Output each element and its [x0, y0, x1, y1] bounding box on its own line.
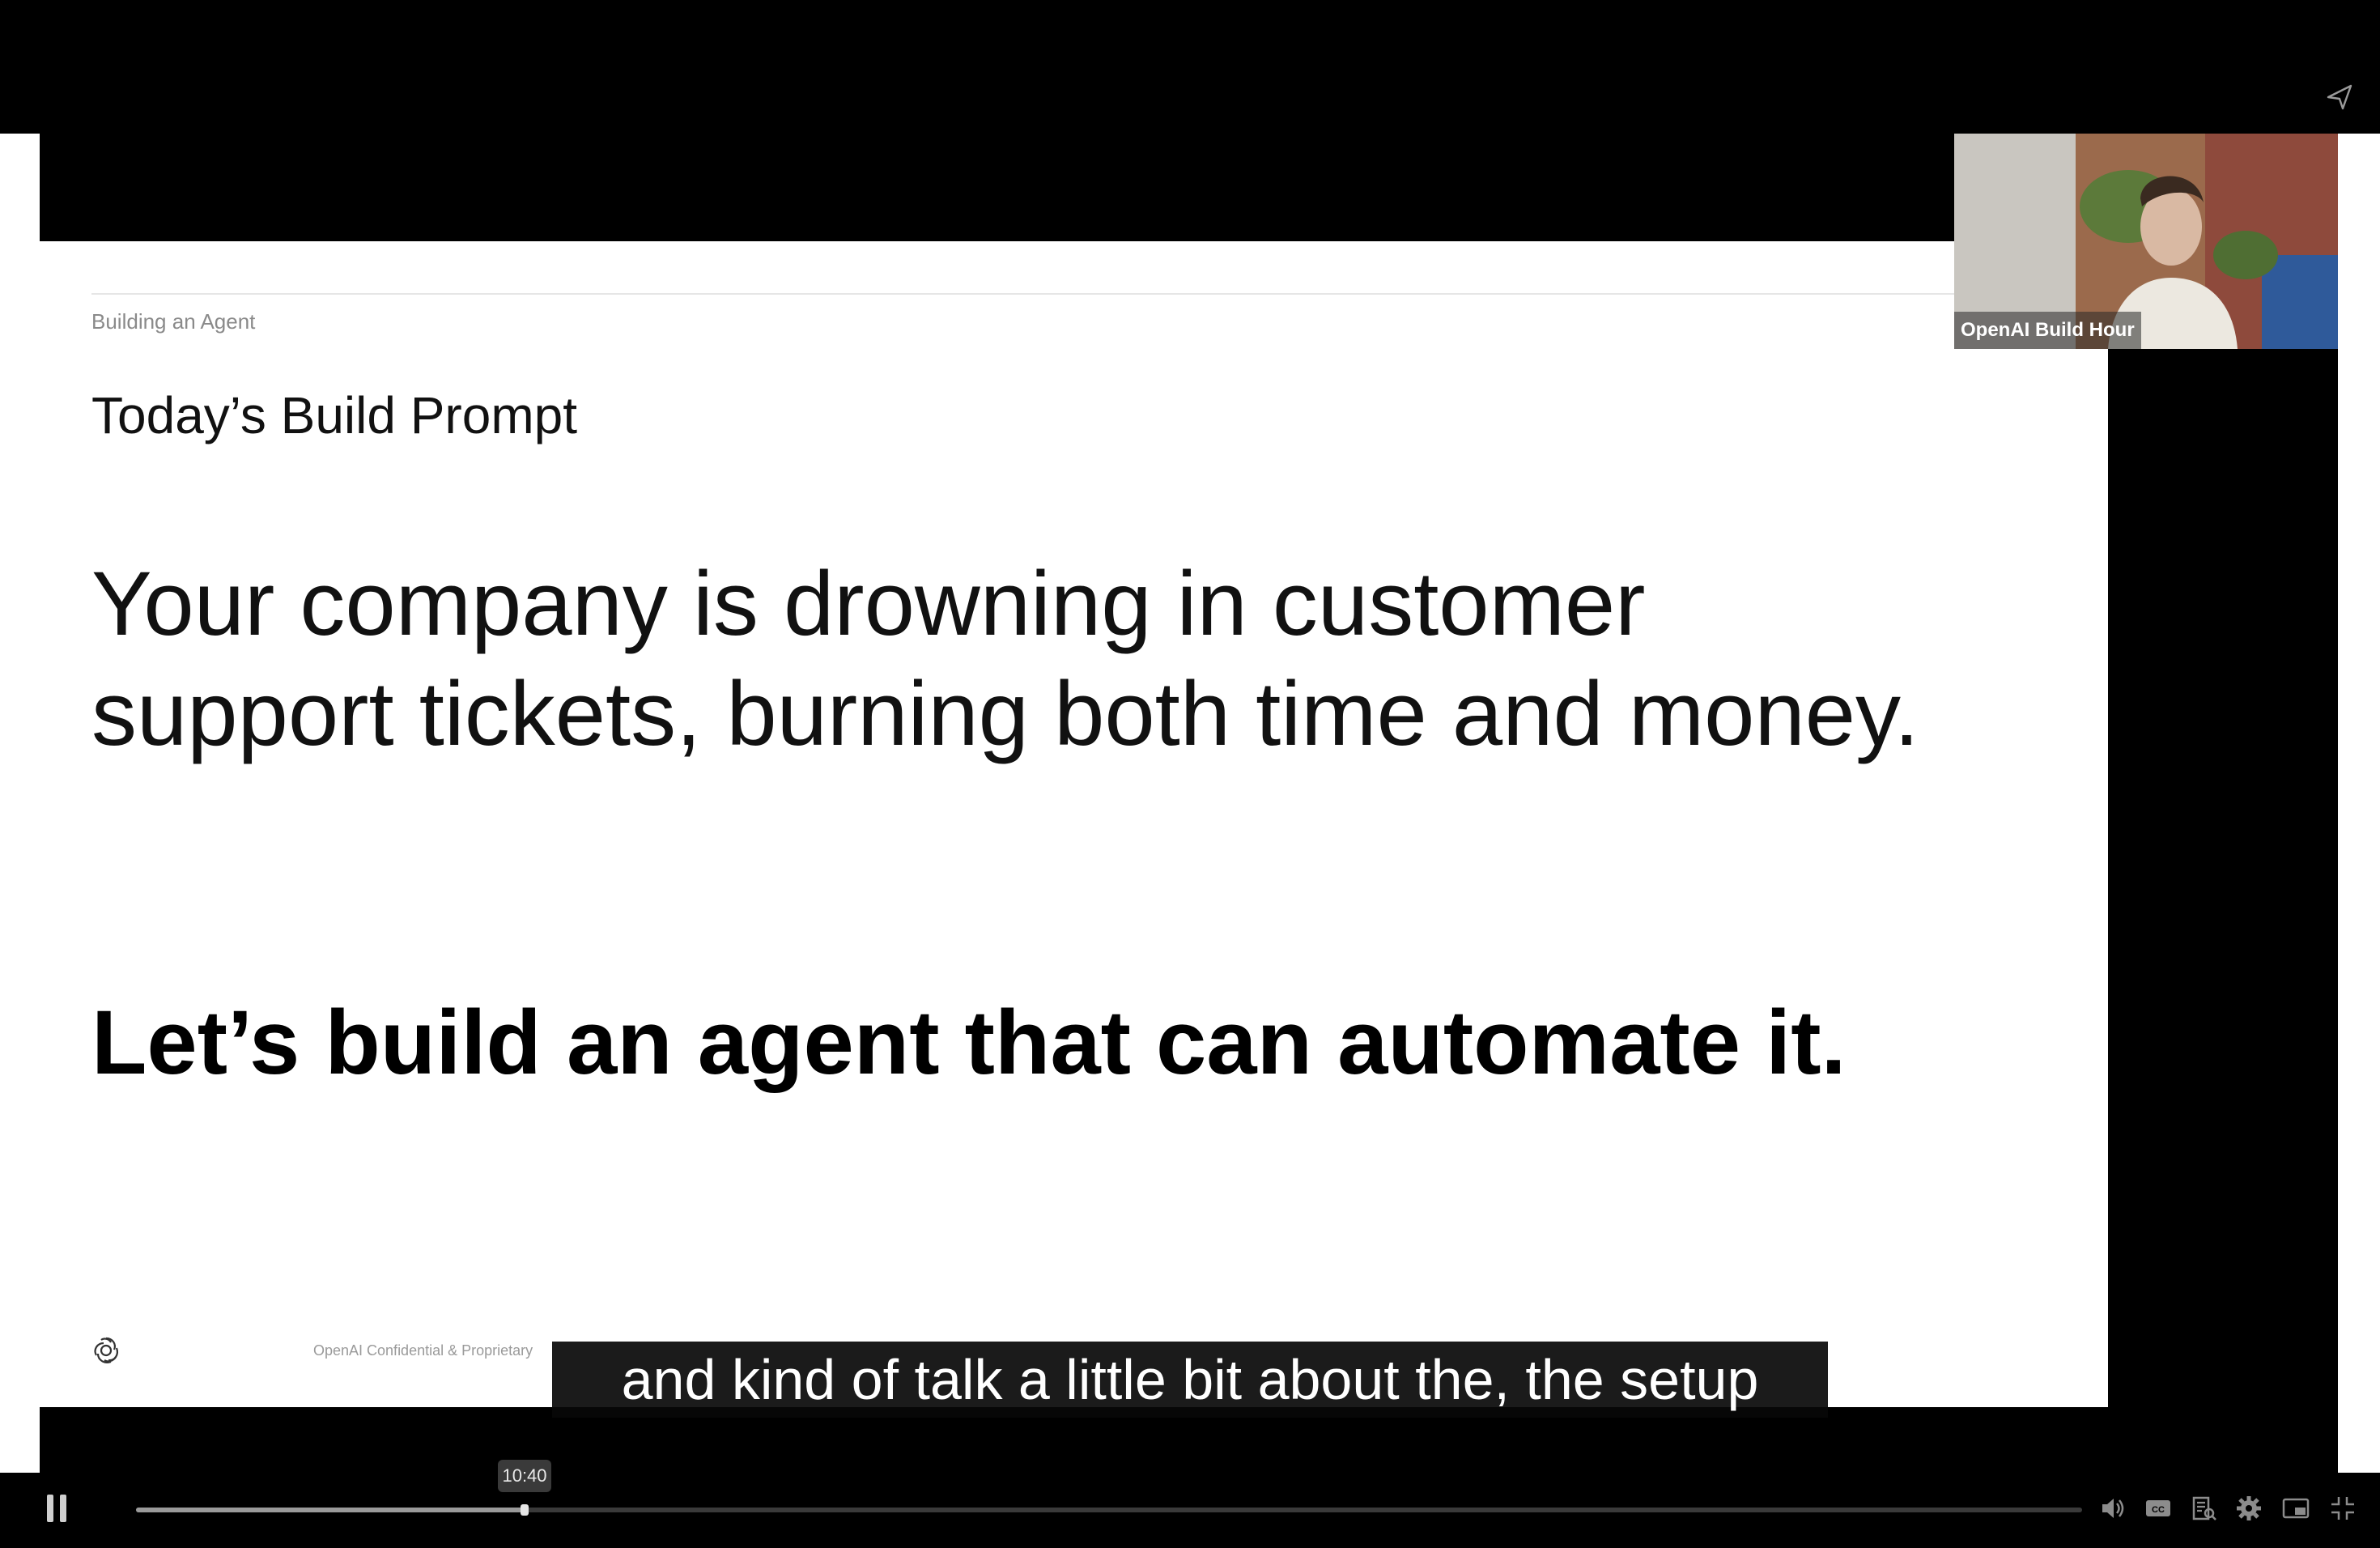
closed-captions-icon[interactable]: CC	[2144, 1494, 2173, 1523]
right-letterbox	[2108, 348, 2338, 1407]
speaker-name-label: OpenAI Build Hour	[1954, 312, 2141, 349]
video-player[interactable]: Building an Agent Today’s Build Prompt Y…	[0, 0, 2380, 1548]
subtitle-caption: and kind of talk a little bit about the,…	[552, 1342, 1828, 1418]
scrubber-handle[interactable]	[521, 1504, 529, 1516]
slide-body-text: Your company is drowning in customer sup…	[91, 553, 1919, 764]
slide-right-edge	[2338, 134, 2380, 1473]
settings-icon[interactable]	[2234, 1494, 2263, 1523]
slide-divider	[91, 293, 2034, 295]
volume-icon[interactable]	[2098, 1494, 2127, 1523]
exit-fullscreen-icon[interactable]	[2328, 1494, 2357, 1523]
slide-breadcrumb: Building an Agent	[91, 309, 256, 334]
presentation-slide: Building an Agent Today’s Build Prompt Y…	[40, 241, 2108, 1407]
slide-left-edge	[0, 134, 40, 1473]
time-tooltip: 10:40	[498, 1460, 551, 1492]
pause-button[interactable]	[47, 1495, 68, 1522]
slide-title: Today’s Build Prompt	[91, 386, 577, 444]
share-icon[interactable]	[2325, 83, 2354, 112]
pause-icon-bar	[60, 1495, 66, 1522]
pause-icon	[47, 1495, 53, 1522]
miniplayer-icon[interactable]	[2281, 1494, 2310, 1523]
openai-logo-icon	[94, 1337, 118, 1363]
progress-track[interactable]	[136, 1504, 2082, 1516]
transcript-icon[interactable]	[2189, 1494, 2218, 1523]
svg-text:CC: CC	[2152, 1505, 2165, 1515]
progress-played	[136, 1508, 525, 1512]
slide-footer: OpenAI Confidential & Proprietary	[313, 1342, 533, 1359]
slide-emphasis-text: Let’s build an agent that can automate i…	[91, 992, 1847, 1093]
